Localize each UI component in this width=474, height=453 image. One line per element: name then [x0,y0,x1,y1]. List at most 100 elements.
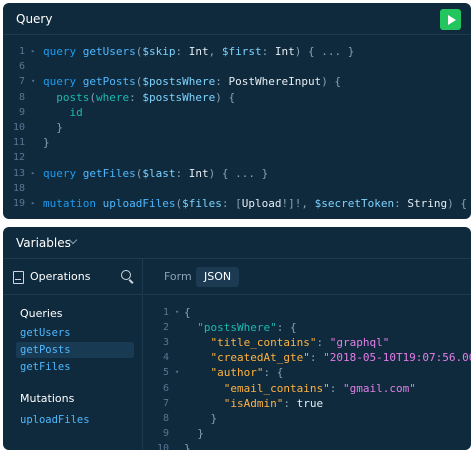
code-line: 8 } [144,411,471,426]
code-token: getUsers [82,45,136,58]
code-token: } [43,136,50,150]
code-token: mutation [43,197,103,210]
code-token: $last [142,166,176,180]
code-text: "createdAt_gte": "2018-05-10T19:07:56.00… [184,350,472,365]
code-text: query getFiles($last: Int) { ... } [43,166,268,181]
line-number: 5 [162,367,169,379]
line-number: 6 [18,61,25,73]
line-number: 8 [18,91,25,103]
code-token: } [184,411,218,425]
code-text: } [43,135,50,150]
operation-item-getPosts[interactable]: getPosts [16,342,134,358]
query-panel: Query 1 ▸ query getUsers($skip: Int, $firs… [3,3,471,219]
line-number: 7 [18,76,25,88]
code-line: 9 id [3,105,471,120]
code-line: 10} [144,441,471,450]
line-number: 2 [162,322,169,334]
code-line: 7 ▾ query getPosts($postsWhere: PostWhereI… [3,74,471,89]
code-token: : [215,75,229,89]
code-token: $first [221,45,262,58]
variables-header[interactable]: Variables [3,227,471,259]
line-number: 13 [12,167,25,179]
code-token: getFiles [82,166,136,180]
operation-item-uploadFiles[interactable]: uploadFiles [16,412,134,428]
code-token: : [261,45,275,58]
code-text: "isAdmin": true [184,396,323,411]
line-number: 10 [12,122,25,133]
fold-closed-icon[interactable]: ▸ [31,44,35,59]
code-token: "postsWhere" [197,321,277,335]
code-token: : [175,45,189,58]
code-text: } [184,441,191,450]
code-line: 3 "title_contains": "graphql" [144,335,471,350]
code-line: 8 posts(where: $postsWhere) { [3,90,471,105]
code-text: mutation uploadFiles($files: [Upload!]!,… [43,196,471,211]
line-number: 6 [162,382,169,394]
code-text: id [43,105,83,120]
code-token: ) { [215,90,236,104]
code-token: $secretToken [314,197,395,210]
code-token: } [184,426,204,440]
search-icon[interactable] [121,270,131,280]
code-text: } [184,411,217,426]
queries-section-title: Queries [20,307,63,320]
code-text: query getPosts($postsWhere: PostWhereInp… [43,74,341,89]
code-token: ) { ... } [294,45,355,58]
code-line: 10 } [3,120,471,135]
operations-title: Operations [30,270,91,283]
line-number: 3 [162,337,169,349]
code-token: query [43,45,83,58]
tab-json[interactable]: JSON [196,267,240,287]
code-token: uploadFiles [102,197,176,210]
code-token: true [296,396,324,410]
code-token: } [184,441,191,450]
fold-closed-icon[interactable]: ▸ [31,196,35,211]
code-token: : [ [221,197,242,210]
code-text: } [43,120,63,135]
line-number: 10 [156,442,169,450]
run-button[interactable] [440,9,461,30]
line-number: 19 [12,198,25,209]
code-token: where [96,90,130,104]
line-number: 9 [162,427,169,439]
code-line: 18 [3,181,471,196]
variables-tabs: Form JSON [144,259,471,295]
code-token: "title_contains" [210,336,317,350]
line-number: 11 [12,137,25,149]
code-text: query getUsers($skip: Int, $first: Int) … [43,44,354,59]
code-line: 2 "postsWhere": { [144,320,471,335]
line-number: 9 [18,106,25,118]
operation-item-getUsers[interactable]: getUsers [16,325,134,341]
code-token: !]!, [281,197,315,210]
code-text: "postsWhere": { [184,320,296,335]
code-line: 6 [3,59,471,74]
code-token: ) { [321,75,342,89]
code-token: "2018-05-10T19:07:56.000Z" [323,351,471,365]
code-token: "gmail.com" [342,381,416,395]
code-token: Upload [241,197,282,210]
code-token: : [283,396,297,410]
code-token: , [208,45,222,58]
line-number: 8 [162,412,169,424]
tab-form[interactable]: Form [156,267,200,287]
fold-open-icon[interactable]: ▾ [175,305,179,320]
line-number: 18 [12,182,25,194]
code-line: 6 "email_contains": "gmail.com" [144,381,471,396]
code-token: "email_contains" [223,381,330,395]
variables-panel: Variables Operations Queries getUsers get… [3,227,471,450]
code-token: { [184,306,191,319]
code-token: String [407,197,448,210]
code-token: : [175,166,189,180]
fold-open-icon[interactable]: ▾ [31,74,35,89]
line-number: 4 [162,352,169,364]
code-token: : [316,336,330,350]
fold-open-icon[interactable]: ▾ [175,365,179,380]
line-number: 1 [162,307,169,318]
code-token: : { [263,366,284,380]
code-token: $skip [142,45,176,58]
code-token: "author" [210,366,264,380]
fold-closed-icon[interactable]: ▸ [31,166,35,181]
operation-item-getFiles[interactable]: getFiles [16,359,134,375]
